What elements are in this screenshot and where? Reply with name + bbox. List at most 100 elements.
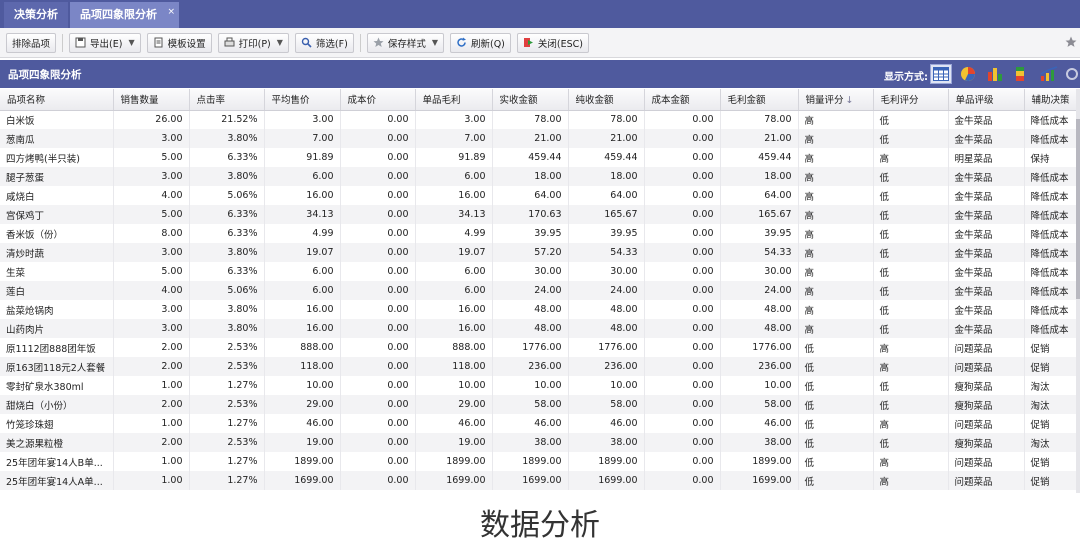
chevron-down-icon[interactable]: ▼ <box>277 38 283 47</box>
favorite-star-icon[interactable] <box>1065 36 1077 52</box>
table-cell: 24.00 <box>568 281 645 300</box>
table-row[interactable]: 四方烤鸭(半只装) 5.00 6.33% 91.89 0.00 91.89 459.44 45… <box>0 148 1077 167</box>
table-row[interactable]: 葱南瓜 3.00 3.80% 7.00 0.00 7.00 21.00 21.00 0.00 21… <box>0 129 1077 148</box>
table-cell: 0.00 <box>644 471 721 490</box>
table-row[interactable]: 山药肉片 3.00 3.80% 16.00 0.00 16.00 48.00 48.00 0.0… <box>0 319 1077 338</box>
table-row[interactable]: 原163团118元2人套餐 2.00 2.53% 118.00 0.00 118.00 23… <box>0 357 1077 376</box>
column-header-margin-amount[interactable]: 毛利金额 <box>720 89 799 111</box>
column-header-cost-amount[interactable]: 成本金额 <box>644 89 721 111</box>
chevron-down-icon[interactable]: ▼ <box>128 38 134 47</box>
template-settings-button[interactable]: 模板设置 <box>146 32 212 53</box>
tab-quadrant-analysis[interactable]: 品项四象限分析 × <box>70 2 179 28</box>
column-header-net-amount[interactable]: 纯收金额 <box>568 89 645 111</box>
more-options-button[interactable] <box>1064 64 1080 84</box>
table-row[interactable]: 甜烧白（小份） 2.00 2.53% 29.00 0.00 29.00 58.00 58.00… <box>0 395 1077 414</box>
close-button[interactable]: 关闭(ESC) <box>516 32 589 53</box>
table-row[interactable]: 白米饭 26.00 21.52% 3.00 0.00 3.00 78.00 78.00 0.00… <box>0 110 1077 129</box>
exclude-items-button[interactable]: 排除品项 <box>6 32 57 53</box>
table-cell: 高 <box>798 281 874 300</box>
scrollbar-thumb[interactable] <box>1076 119 1080 299</box>
display-mode-label: 显示方式: <box>884 72 928 83</box>
print-button[interactable]: 打印(P) ▼ <box>217 32 289 53</box>
stacked-chart-button[interactable] <box>1011 64 1033 84</box>
column-header-cost-price[interactable]: 成本价 <box>340 89 416 111</box>
table-cell: 64.00 <box>492 186 569 205</box>
exit-icon <box>523 37 534 48</box>
save-style-button[interactable]: 保存样式 ▼ <box>366 32 444 53</box>
table-cell: 6.33% <box>189 205 265 224</box>
column-header-sales-score-label: 销量评分 <box>805 95 844 107</box>
table-cell: 46.00 <box>720 414 799 433</box>
table-cell: 10.00 <box>720 376 799 395</box>
table-cell: 888.00 <box>415 338 493 357</box>
table-row[interactable]: 美之源果粒橙 2.00 2.53% 19.00 0.00 19.00 38.00 38.00 0… <box>0 433 1077 452</box>
column-header-item-rating[interactable]: 单品评级 <box>948 89 1025 111</box>
table-row[interactable]: 生菜 5.00 6.33% 6.00 0.00 6.00 30.00 30.00 0.00 30.… <box>0 262 1077 281</box>
table-row[interactable]: 原1112团888团年饭 2.00 2.53% 888.00 0.00 888.00 177… <box>0 338 1077 357</box>
table-row[interactable]: 腿子葱蛋 3.00 3.80% 6.00 0.00 6.00 18.00 18.00 0.00 1… <box>0 167 1077 186</box>
table-cell: 低 <box>873 433 949 452</box>
table-cell: 165.67 <box>568 205 645 224</box>
table-cell: 48.00 <box>720 300 799 319</box>
table-cell: 5.06% <box>189 186 265 205</box>
line-chart-button[interactable] <box>1038 64 1060 84</box>
column-header-avg-price[interactable]: 平均售价 <box>264 89 341 111</box>
table-cell: 低 <box>873 376 949 395</box>
close-icon[interactable]: × <box>167 0 175 25</box>
table-row[interactable]: 清炒时蔬 3.00 3.80% 19.07 0.00 19.07 57.20 54.33 0.0… <box>0 243 1077 262</box>
vertical-scrollbar[interactable] <box>1076 89 1080 493</box>
column-header-item-name[interactable]: 品项名称 <box>0 89 114 111</box>
table-cell: 34.13 <box>264 205 341 224</box>
table-cell: 18.00 <box>568 167 645 186</box>
filter-button[interactable]: 筛选(F) <box>294 32 354 53</box>
table-row[interactable]: 25年团年宴14人A单... 1.00 1.27% 1699.00 0.00 1699.0… <box>0 471 1077 490</box>
table-cell: 高 <box>798 205 874 224</box>
bar-chart-button[interactable] <box>984 64 1006 84</box>
chevron-down-icon[interactable]: ▼ <box>432 38 438 47</box>
table-cell: 1.00 <box>113 376 190 395</box>
table-cell: 促销 <box>1024 471 1077 490</box>
table-cell: 4.00 <box>113 186 190 205</box>
table-cell: 0.00 <box>340 205 416 224</box>
table-row[interactable]: 竹笼珍珠翅 1.00 1.27% 46.00 0.00 46.00 46.00 46.00 0.… <box>0 414 1077 433</box>
column-header-sales-score[interactable]: 销量评分 ↓ <box>798 89 874 111</box>
table-row[interactable]: 盐菜炝锅肉 3.00 3.80% 16.00 0.00 16.00 48.00 48.00 0.… <box>0 300 1077 319</box>
table-cell: 0.00 <box>644 205 721 224</box>
table-cell: 78.00 <box>720 110 799 129</box>
table-cell: 降低成本 <box>1024 129 1077 148</box>
table-row[interactable]: 零封矿泉水380ml 1.00 1.27% 10.00 0.00 10.00 10.00 10… <box>0 376 1077 395</box>
column-header-margin-score[interactable]: 毛利评分 <box>873 89 949 111</box>
print-label: 打印(P) <box>238 38 271 50</box>
export-button[interactable]: 导出(E) ▼ <box>69 32 141 53</box>
column-header-received-amount[interactable]: 实收金额 <box>492 89 569 111</box>
table-cell: 0.00 <box>340 186 416 205</box>
table-view-button[interactable] <box>930 64 952 84</box>
template-label: 模板设置 <box>167 38 206 50</box>
table-cell: 0.00 <box>340 414 416 433</box>
tab-decision-analysis[interactable]: 决策分析 <box>4 2 68 28</box>
table-cell: 6.00 <box>264 262 341 281</box>
table-cell: 54.33 <box>720 243 799 262</box>
column-header-click-rate[interactable]: 点击率 <box>189 89 265 111</box>
table-cell: 低 <box>798 433 874 452</box>
line-chart-icon <box>1040 66 1058 81</box>
table-cell: 高 <box>798 129 874 148</box>
table-row[interactable]: 宫保鸡丁 5.00 6.33% 34.13 0.00 34.13 170.63 165.67 0… <box>0 205 1077 224</box>
filter-label: 筛选(F) <box>315 38 348 50</box>
table-cell: 18.00 <box>720 167 799 186</box>
pie-chart-button[interactable] <box>957 64 979 84</box>
table-cell: 甜烧白（小份） <box>0 395 114 414</box>
column-header-decision[interactable]: 辅助决策 <box>1024 89 1077 111</box>
table-row[interactable]: 咸烧白 4.00 5.06% 16.00 0.00 16.00 64.00 64.00 0.00… <box>0 186 1077 205</box>
table-cell: 降低成本 <box>1024 224 1077 243</box>
table-row[interactable]: 25年团年宴14人B单... 1.00 1.27% 1899.00 0.00 1899.0… <box>0 452 1077 471</box>
table-cell: 21.52% <box>189 110 265 129</box>
column-header-sales-qty[interactable]: 销售数量 <box>113 89 190 111</box>
table-cell: 1699.00 <box>568 471 645 490</box>
refresh-button[interactable]: 刷新(Q) <box>449 32 511 53</box>
table-row[interactable]: 莲白 4.00 5.06% 6.00 0.00 6.00 24.00 24.00 0.00 24.… <box>0 281 1077 300</box>
column-header-unit-margin[interactable]: 单品毛利 <box>415 89 493 111</box>
table-cell: 瘦狗菜品 <box>948 433 1025 452</box>
table-cell: 29.00 <box>264 395 341 414</box>
table-row[interactable]: 香米饭（份） 8.00 6.33% 4.99 0.00 4.99 39.95 39.95 0.0… <box>0 224 1077 243</box>
